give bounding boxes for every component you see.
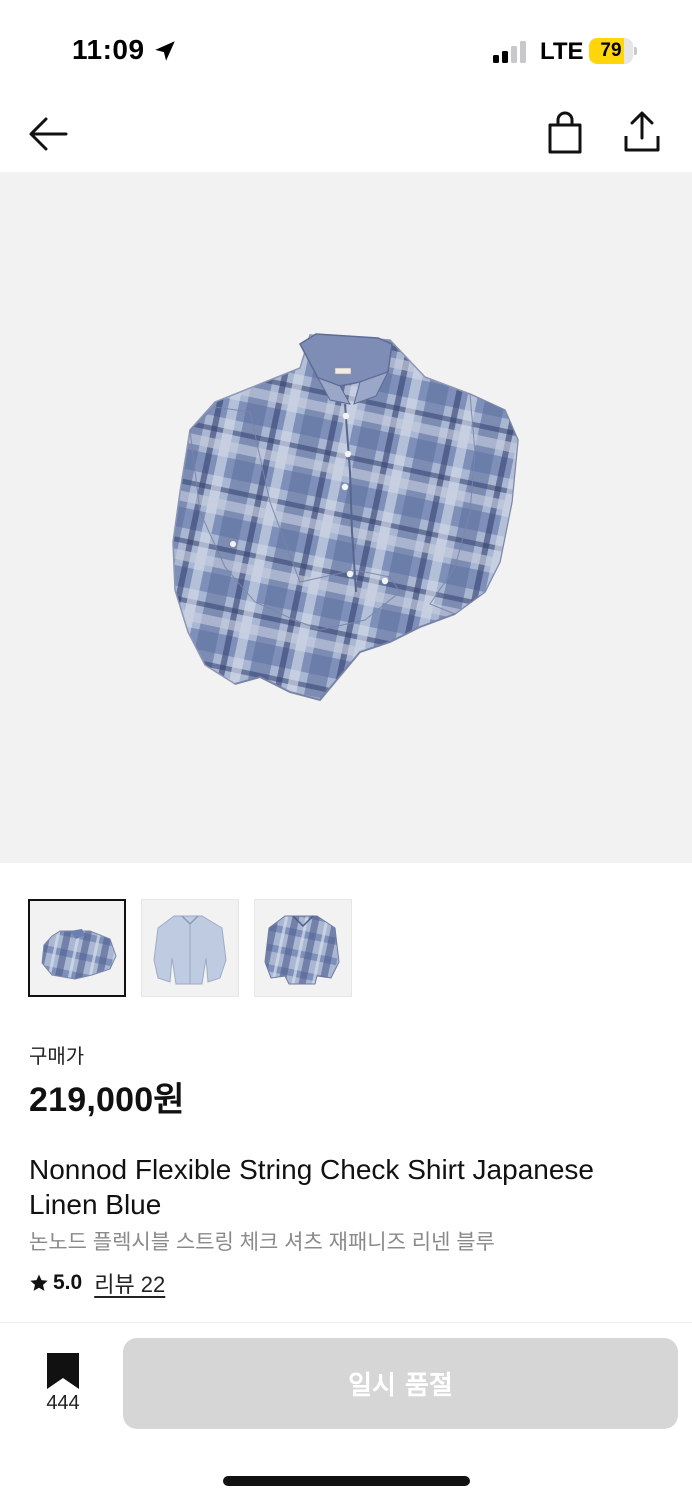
- share-icon[interactable]: [619, 108, 665, 156]
- product-price: 219,000원: [29, 1081, 185, 1119]
- shirt-image: [172, 333, 519, 702]
- bookmark-icon: [47, 1353, 79, 1389]
- bookmark-count: 444: [46, 1392, 80, 1414]
- shopping-bag-icon[interactable]: [543, 110, 587, 156]
- location-arrow-icon: [155, 41, 175, 61]
- thumbnail-2[interactable]: [141, 899, 239, 997]
- rating-value: 5.0: [53, 1271, 83, 1294]
- top-navigation: [0, 100, 692, 172]
- bottom-divider: [0, 1322, 692, 1323]
- star-icon: [30, 1274, 48, 1291]
- reviews-link[interactable]: 리뷰 22: [94, 1267, 165, 1299]
- rating-row: 5.0 리뷰 22: [29, 1268, 165, 1298]
- battery-icon: 79: [589, 38, 637, 64]
- thumbnail-3[interactable]: [254, 899, 352, 997]
- status-bar: 11:09 LTE 79: [0, 0, 692, 100]
- home-indicator[interactable]: [223, 1476, 470, 1486]
- network-type: LTE: [540, 38, 584, 65]
- status-time: 11:09: [72, 34, 145, 65]
- product-main-image[interactable]: [0, 172, 692, 863]
- battery-level: 79: [600, 40, 622, 61]
- cellular-signal-icon: [493, 41, 526, 63]
- arrow-left-icon[interactable]: [24, 112, 74, 156]
- sold-out-button[interactable]: 일시 품절: [123, 1338, 678, 1429]
- product-name-english: Nonnod Flexible String Check Shirt Japan…: [29, 1154, 594, 1220]
- price-label: 구매가: [29, 1046, 85, 1068]
- bookmark-button[interactable]: 444: [38, 1350, 88, 1420]
- thumbnail-1[interactable]: [28, 899, 126, 997]
- product-name-korean: 논노드 플렉시블 스트링 체크 셔츠 재패니즈 리넨 블루: [29, 1231, 495, 1254]
